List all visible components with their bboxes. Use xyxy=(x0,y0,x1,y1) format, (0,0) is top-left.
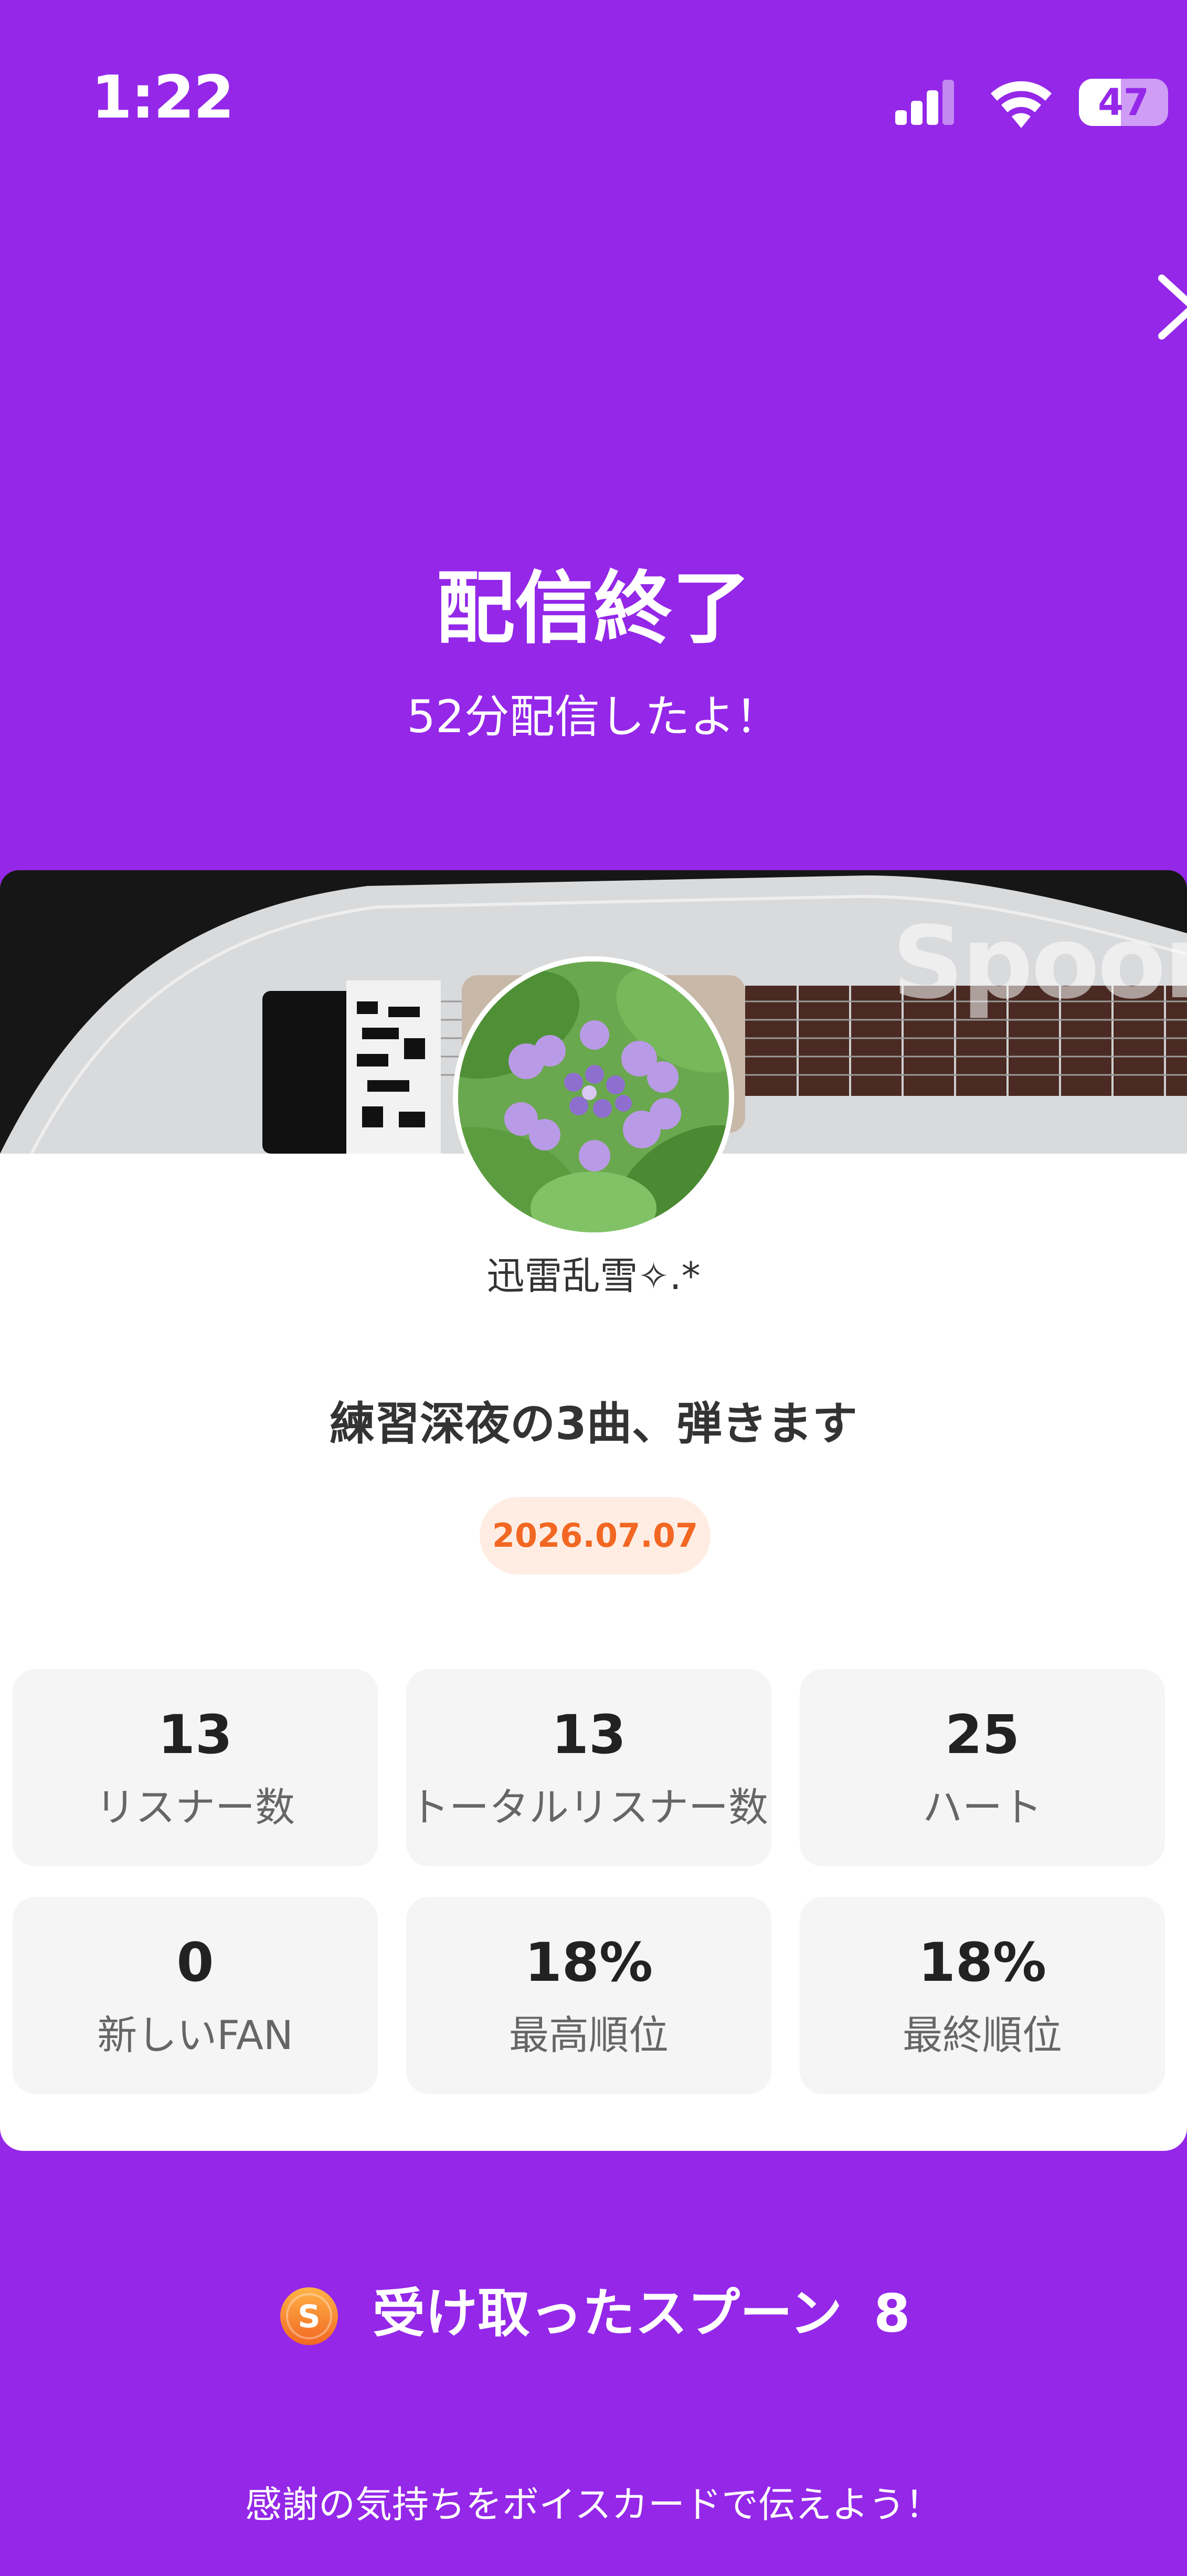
stat-value: 13 xyxy=(552,1704,626,1766)
wifi-icon xyxy=(991,81,1052,128)
stat-label: 最終順位 xyxy=(903,2012,1062,2058)
stat-value: 0 xyxy=(176,1931,214,1994)
chevron-right-icon[interactable] xyxy=(1152,268,1187,346)
received-spoons-count: 8 xyxy=(874,2283,910,2344)
stat-value: 13 xyxy=(158,1704,232,1766)
stat-hearts: 25 ハート xyxy=(800,1669,1165,1866)
stat-label: トータルリスナー数 xyxy=(409,1784,768,1831)
stat-value: 18% xyxy=(918,1931,1047,1994)
stat-value: 18% xyxy=(524,1931,653,1994)
coin-letter: S xyxy=(298,2298,320,2335)
stat-label: リスナー数 xyxy=(96,1784,295,1831)
stat-label: 新しいFAN xyxy=(97,2012,293,2058)
hydrangea-avatar-image xyxy=(458,962,729,1232)
spoon-watermark: Spoon xyxy=(892,905,1187,1021)
stat-label: ハート xyxy=(923,1784,1042,1831)
received-spoons[interactable]: 受け取ったスプーン 8 xyxy=(373,2282,910,2345)
voicecard-prompt[interactable]: 感謝の気持ちをボイスカードで伝えよう！ xyxy=(0,2483,1187,2527)
status-time: 1:22 xyxy=(91,64,235,132)
stat-total-listeners: 13 トータルリスナー数 xyxy=(406,1669,771,1866)
battery-icon: 47 xyxy=(1079,79,1168,126)
received-spoons-label: 受け取ったスプーン xyxy=(373,2283,842,2344)
date-badge: 2026.07.07 xyxy=(480,1497,711,1575)
avatar[interactable] xyxy=(453,956,734,1238)
spoon-coin-icon: S xyxy=(280,2287,338,2345)
duration-subtitle: 52分配信したよ！ xyxy=(407,691,780,743)
battery-level: 47 xyxy=(1098,81,1149,124)
signal-icon xyxy=(895,80,954,125)
stat-label: 最高順位 xyxy=(509,2012,669,2058)
stat-new-fans: 0 新しいFAN xyxy=(13,1897,378,2094)
page-title: 配信終了 xyxy=(436,563,751,654)
stat-final-rank: 18% 最終順位 xyxy=(800,1897,1165,2094)
stream-title: 練習深夜の3曲、弾きます xyxy=(330,1398,857,1450)
stat-best-rank: 18% 最高順位 xyxy=(406,1897,771,2094)
stat-listeners: 13 リスナー数 xyxy=(13,1669,378,1866)
stat-value: 25 xyxy=(945,1704,1020,1766)
username: 迅雷乱雪✧.* xyxy=(486,1254,701,1298)
